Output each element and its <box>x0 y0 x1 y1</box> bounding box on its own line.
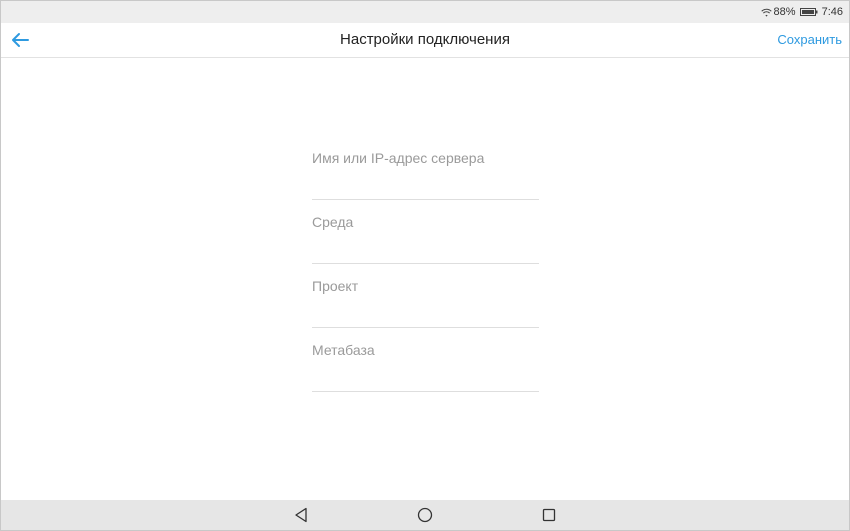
server-input[interactable] <box>312 150 539 166</box>
server-field <box>312 136 539 200</box>
environment-input[interactable] <box>312 214 539 230</box>
navigation-bar <box>1 500 849 530</box>
nav-recent-button[interactable] <box>540 506 558 524</box>
wifi-icon <box>760 8 772 17</box>
save-button[interactable]: Сохранить <box>777 23 842 57</box>
battery-percent: 88% <box>773 6 796 18</box>
project-input[interactable] <box>312 278 539 294</box>
back-button[interactable] <box>9 29 31 51</box>
connection-form <box>312 136 539 392</box>
nav-recent-icon <box>542 508 556 522</box>
metabase-input[interactable] <box>312 342 539 358</box>
nav-home-icon <box>417 507 433 523</box>
nav-home-button[interactable] <box>416 506 434 524</box>
battery-icon <box>799 8 818 16</box>
metabase-field <box>312 328 539 392</box>
page-title: Настройки подключения <box>340 31 510 48</box>
status-bar: 88% 7:46 <box>1 1 849 23</box>
app-window: 88% 7:46 Настройки подключения Сохранить <box>0 0 850 531</box>
clock: 7:46 <box>821 6 843 18</box>
nav-back-icon <box>295 507 307 523</box>
app-bar: Настройки подключения Сохранить <box>1 23 849 58</box>
environment-field <box>312 200 539 264</box>
project-field <box>312 264 539 328</box>
nav-back-button[interactable] <box>292 506 310 524</box>
arrow-left-icon <box>12 33 29 47</box>
